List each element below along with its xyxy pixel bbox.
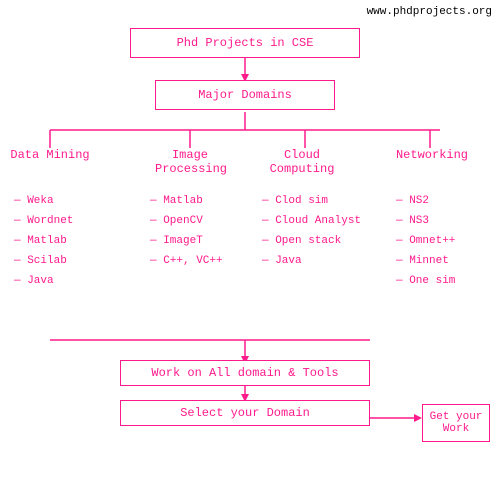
list-item: OpenCV: [150, 215, 203, 227]
list-item: NS3: [396, 215, 429, 227]
page: www.phdprojects.org Phd Projects in CS: [0, 0, 500, 500]
list-item: C++, VC++: [150, 255, 223, 267]
list-item: Matlab: [14, 235, 67, 247]
list-item: ImageT: [150, 235, 203, 247]
list-item: Wordnet: [14, 215, 73, 227]
major-domains-box: Major Domains: [155, 80, 335, 110]
phd-box: Phd Projects in CSE: [130, 28, 360, 58]
list-item: Weka: [14, 195, 54, 207]
image-processing-label: Image Processing: [155, 148, 225, 176]
list-item: Clod sim: [262, 195, 328, 207]
select-domain-box[interactable]: Select your Domain: [120, 400, 370, 426]
list-item: Java: [262, 255, 302, 267]
list-item: Scilab: [14, 255, 67, 267]
networking-label: Networking: [392, 148, 472, 162]
work-box: Work on All domain & Tools: [120, 360, 370, 386]
website-label: www.phdprojects.org: [367, 6, 492, 18]
get-work-box: Get your Work: [422, 404, 490, 442]
data-mining-label: Data Mining: [10, 148, 90, 162]
list-item: Java: [14, 275, 54, 287]
list-item: Open stack: [262, 235, 341, 247]
cloud-computing-label: Cloud Computing: [267, 148, 337, 176]
list-item: Cloud Analyst: [262, 215, 361, 227]
list-item: NS2: [396, 195, 429, 207]
list-item: One sim: [396, 275, 455, 287]
list-item: Minnet: [396, 255, 449, 267]
list-item: Omnet++: [396, 235, 455, 247]
list-item: Matlab: [150, 195, 203, 207]
